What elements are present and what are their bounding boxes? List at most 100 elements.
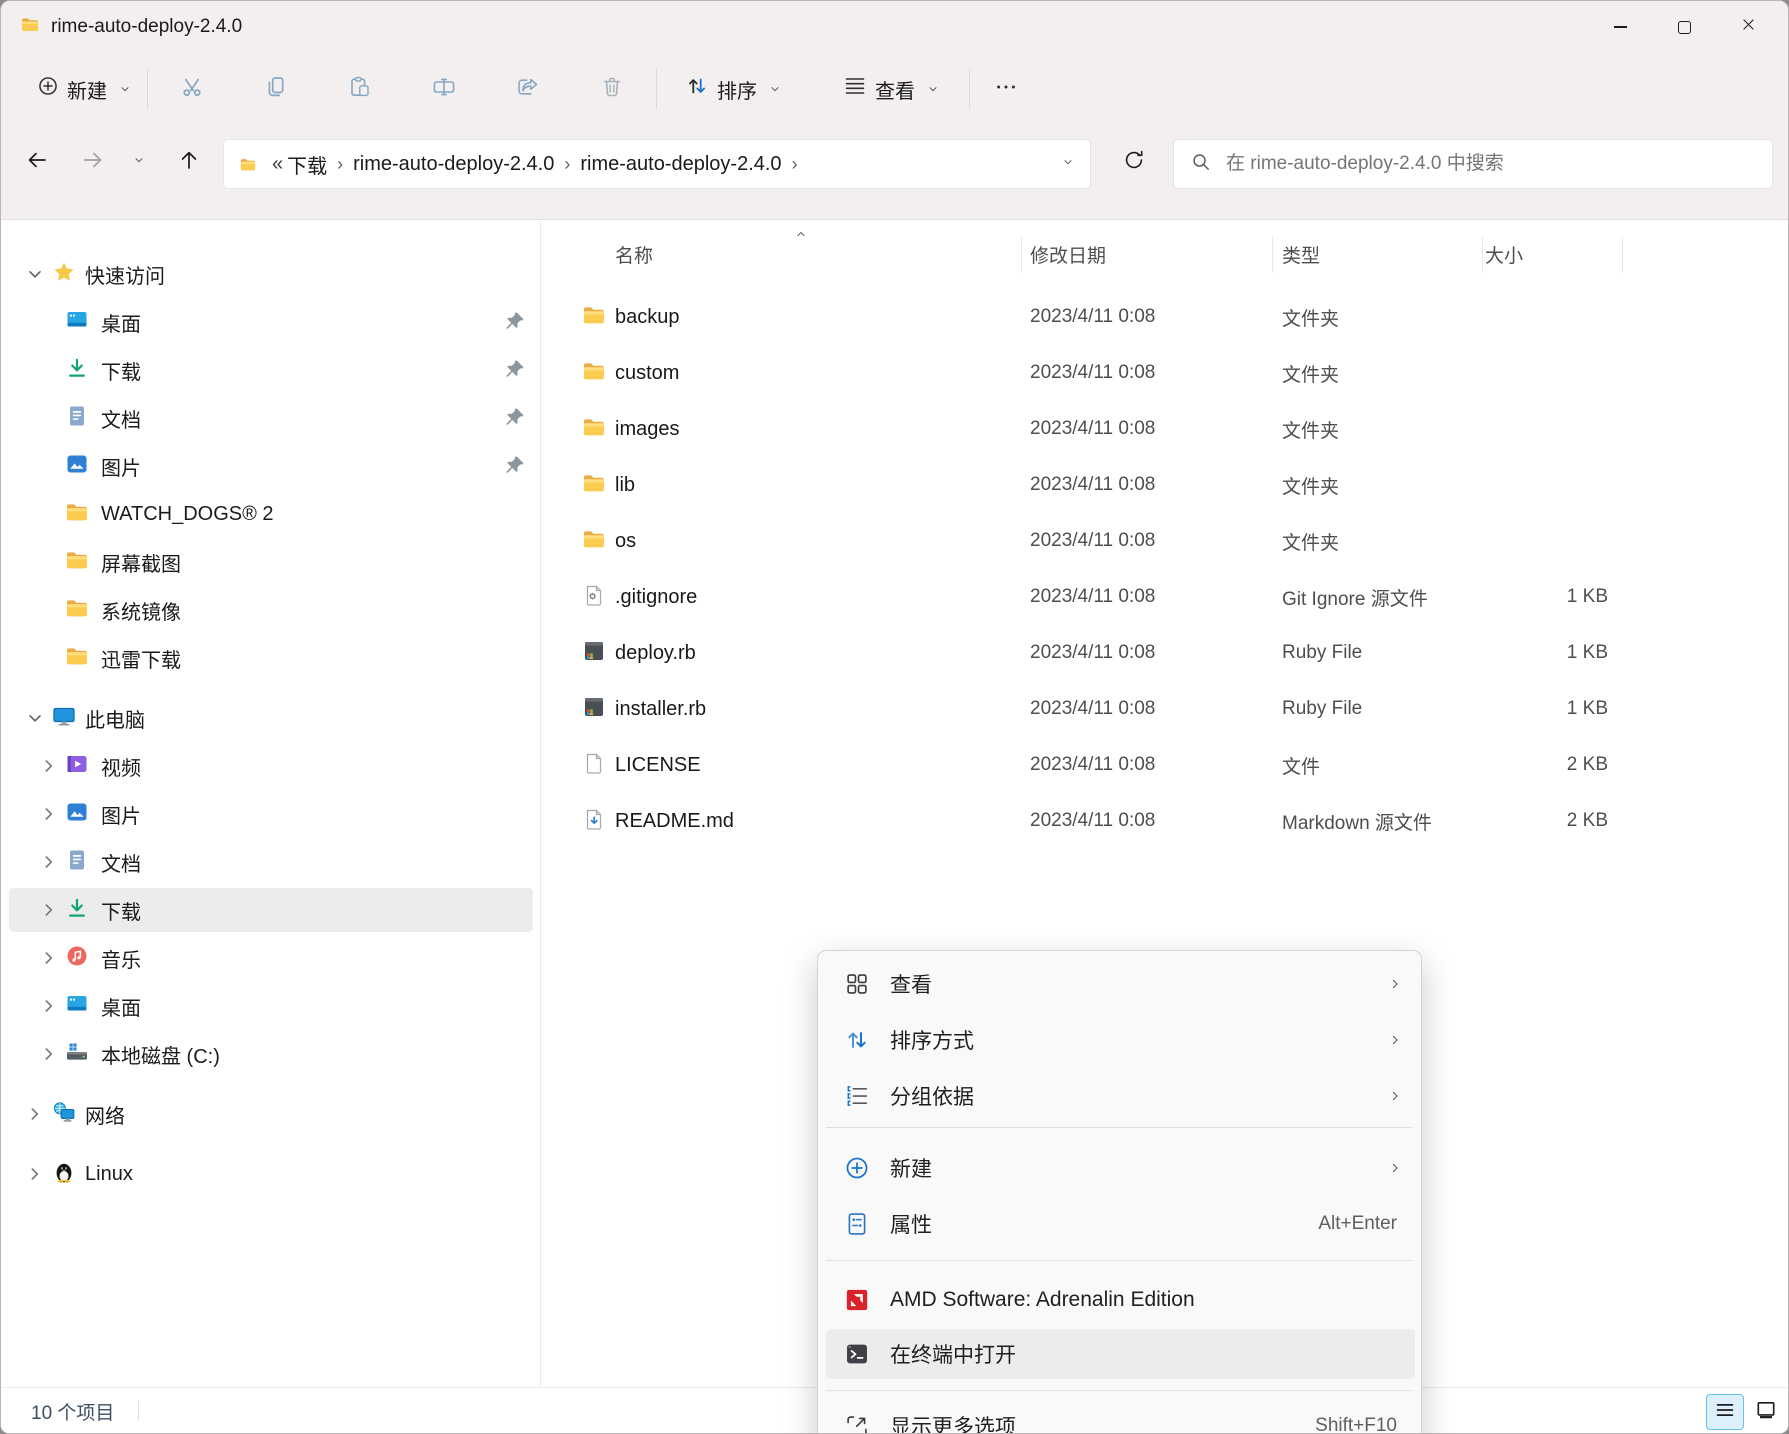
chevron-down-icon[interactable] — [23, 706, 47, 730]
sidebar-item-videos[interactable]: 视频 — [1, 744, 541, 788]
file-row-lib[interactable]: lib 2023/4/11 0:08 文件夹 — [542, 457, 1788, 513]
recent-locations-button[interactable] — [119, 139, 159, 185]
sidebar-item-thunder-downloads[interactable]: 迅雷下载 — [1, 636, 541, 680]
sidebar-item-pictures[interactable]: 图片 — [1, 444, 541, 488]
more-button[interactable] — [978, 63, 1034, 115]
chevron-right-icon[interactable] — [23, 1102, 47, 1126]
column-divider[interactable] — [1021, 237, 1022, 273]
menu-item-view[interactable]: 查看 — [818, 957, 1423, 1011]
sidebar-item-desktop[interactable]: 桌面 — [1, 984, 541, 1028]
plusblue-icon — [844, 1155, 870, 1181]
file-row-custom[interactable]: custom 2023/4/11 0:08 文件夹 — [542, 345, 1788, 401]
chevron-right-icon[interactable] — [37, 850, 61, 874]
menu-item-sort-by[interactable]: 排序方式 — [818, 1013, 1423, 1067]
breadcrumb-segment[interactable]: rime-auto-deploy-2.4.0 — [580, 153, 781, 176]
menu-item-open-in-terminal[interactable]: 在终端中打开 — [818, 1327, 1423, 1381]
file-name: images — [615, 401, 679, 457]
file-size: 2 KB — [1482, 793, 1608, 849]
address-dropdown-chevron[interactable] — [1060, 153, 1076, 176]
column-divider[interactable] — [1622, 237, 1623, 273]
file-row-images[interactable]: images 2023/4/11 0:08 文件夹 — [542, 401, 1788, 457]
file-row-deploy.rb[interactable]: deploy.rb 2023/4/11 0:08 Ruby File 1 KB — [542, 625, 1788, 681]
chevron-right-icon[interactable] — [37, 946, 61, 970]
sort-button[interactable]: 排序 — [673, 64, 795, 114]
plus-circle-icon — [37, 75, 59, 103]
menu-item-amd-software[interactable]: AMD Software: Adrenalin Edition — [818, 1273, 1423, 1327]
back-button[interactable] — [14, 139, 60, 185]
sidebar-item-downloads[interactable]: 下载 — [1, 348, 541, 392]
column-header-type[interactable]: 类型 — [1282, 241, 1320, 268]
column-header-size[interactable]: 大小 — [1485, 241, 1523, 268]
sidebar-item-desktop[interactable]: 桌面 — [1, 300, 541, 344]
menu-item-new[interactable]: 新建 — [818, 1141, 1423, 1195]
file-row-os[interactable]: os 2023/4/11 0:08 文件夹 — [542, 513, 1788, 569]
sidebar-item-documents[interactable]: 文档 — [1, 396, 541, 440]
cut-button[interactable] — [160, 63, 224, 115]
sidebar-item-local-disk-c[interactable]: 本地磁盘 (C:) — [1, 1032, 541, 1076]
column-divider[interactable] — [1482, 237, 1483, 273]
rename-button[interactable] — [412, 63, 476, 115]
folder-icon — [65, 500, 93, 528]
sidebar-section-this-pc[interactable]: 此电脑 — [1, 696, 541, 740]
delete-button[interactable] — [580, 63, 644, 115]
file-row-installer.rb[interactable]: installer.rb 2023/4/11 0:08 Ruby File 1 … — [542, 681, 1788, 737]
breadcrumb-overflow[interactable]: « — [272, 153, 283, 176]
sidebar-item-label: 下载 — [101, 348, 141, 392]
sidebar-item-documents[interactable]: 文档 — [1, 840, 541, 884]
chevron-right-icon[interactable] — [37, 898, 61, 922]
sidebar-item-music[interactable]: 音乐 — [1, 936, 541, 980]
details-view-toggle[interactable] — [1706, 1394, 1744, 1430]
menu-item-properties[interactable]: 属性 Alt+Enter — [818, 1197, 1423, 1251]
minimize-button[interactable] — [1588, 1, 1652, 53]
search-input[interactable] — [1224, 152, 1756, 176]
column-header-date[interactable]: 修改日期 — [1030, 241, 1106, 268]
sidebar-item-watch-dogs-2[interactable]: WATCH_DOGS® 2 — [1, 492, 541, 536]
sidebar-item-pictures[interactable]: 图片 — [1, 792, 541, 836]
refresh-button[interactable] — [1111, 139, 1157, 185]
file-row-LICENSE[interactable]: LICENSE 2023/4/11 0:08 文件 2 KB — [542, 737, 1788, 793]
sidebar-section-network[interactable]: 网络 — [1, 1092, 541, 1136]
file-row-.gitignore[interactable]: .gitignore 2023/4/11 0:08 Git Ignore 源文件… — [542, 569, 1788, 625]
share-button[interactable] — [496, 63, 560, 115]
up-button[interactable] — [166, 139, 212, 185]
sidebar-section-quick-access[interactable]: 快速访问 — [1, 252, 541, 296]
large-icons-view-toggle[interactable] — [1747, 1394, 1785, 1430]
chevron-right-icon[interactable] — [23, 1162, 47, 1186]
sidebar-item-downloads[interactable]: 下载 — [1, 888, 541, 932]
column-header-name[interactable]: 名称 — [615, 241, 653, 268]
file-row-README.md[interactable]: README.md 2023/4/11 0:08 Markdown 源文件 2 … — [542, 793, 1788, 849]
view-button[interactable]: 查看 — [831, 64, 953, 114]
rename-icon — [432, 75, 456, 104]
maximize-button[interactable] — [1652, 1, 1716, 53]
file-date: 2023/4/11 0:08 — [1030, 681, 1155, 737]
forward-button[interactable] — [70, 139, 116, 185]
chevron-right-icon[interactable] — [37, 994, 61, 1018]
sidebar-section-linux[interactable]: Linux — [1, 1152, 541, 1196]
breadcrumb-segment[interactable]: rime-auto-deploy-2.4.0 — [353, 153, 554, 176]
chevron-right-icon[interactable] — [37, 802, 61, 826]
breadcrumb-segment[interactable]: 下载 — [287, 150, 327, 179]
close-icon — [1740, 16, 1757, 38]
new-button[interactable]: 新建 — [25, 65, 145, 114]
file-type: Ruby File — [1282, 681, 1362, 737]
address-bar: «下载›rime-auto-deploy-2.4.0›rime-auto-dep… — [1, 131, 1788, 197]
breadcrumb[interactable]: «下载›rime-auto-deploy-2.4.0›rime-auto-dep… — [223, 139, 1091, 189]
file-size: 2 KB — [1482, 737, 1608, 793]
chevron-down-icon[interactable] — [23, 262, 47, 286]
sidebar-item-screenshots[interactable]: 屏幕截图 — [1, 540, 541, 584]
close-button[interactable] — [1716, 1, 1780, 53]
menu-item-group-by[interactable]: 分组依据 — [818, 1069, 1423, 1123]
copy-button[interactable] — [244, 63, 308, 115]
terminal-icon — [844, 1341, 870, 1367]
menu-item-show-more-options[interactable]: 显示更多选项 Shift+F10 — [818, 1399, 1423, 1434]
file-row-backup[interactable]: backup 2023/4/11 0:08 文件夹 — [542, 289, 1788, 345]
sidebar-item-label: 系统镜像 — [101, 588, 181, 632]
paste-button[interactable] — [328, 63, 392, 115]
chevron-right-icon[interactable] — [37, 1042, 61, 1066]
column-divider[interactable] — [1272, 237, 1273, 273]
chevron-right-icon[interactable] — [37, 754, 61, 778]
breadcrumb-separator: › — [337, 154, 343, 175]
desktop-icon — [65, 992, 93, 1020]
folder-icon — [19, 15, 41, 39]
sidebar-item-system-images[interactable]: 系统镜像 — [1, 588, 541, 632]
